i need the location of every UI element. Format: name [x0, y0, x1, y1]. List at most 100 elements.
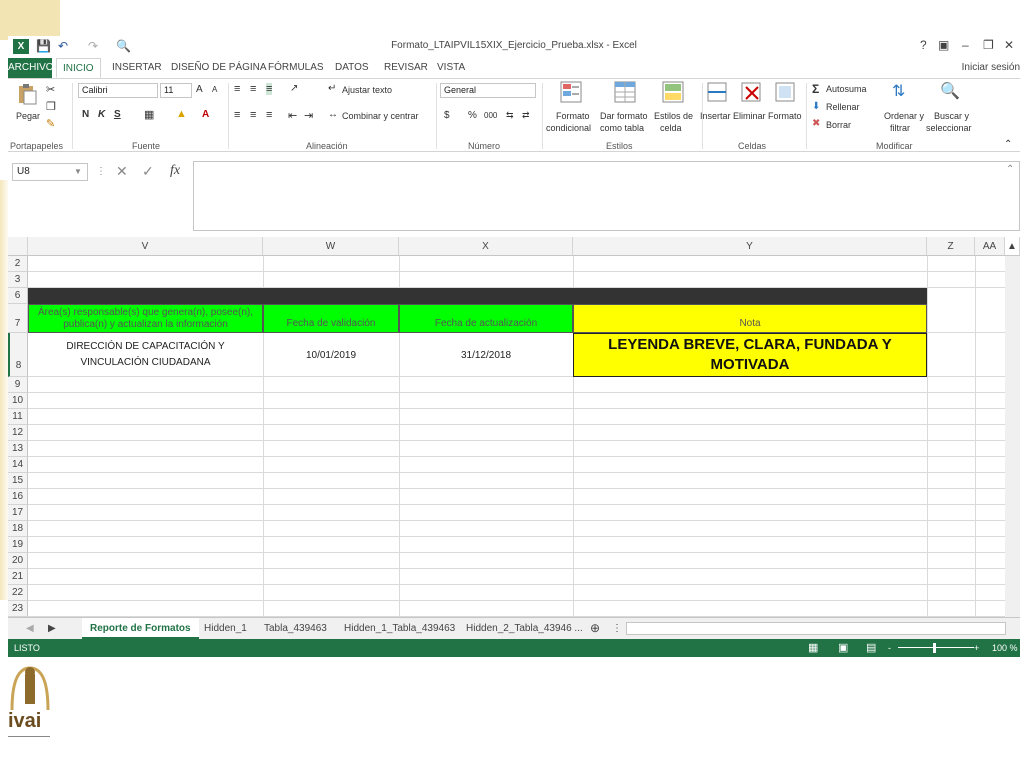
- align-right-icon[interactable]: ≡: [266, 109, 272, 121]
- align-center-icon[interactable]: ≡: [250, 109, 256, 121]
- spreadsheet-grid[interactable]: V W X Y Z AA ▲ 2 3 6 7 8 9 10 11 12 13 1…: [8, 237, 1020, 617]
- format-cells-button[interactable]: Formato: [768, 111, 802, 121]
- row-header-8[interactable]: 8: [8, 333, 28, 377]
- help-button[interactable]: ?: [920, 38, 927, 52]
- wrap-text-button[interactable]: Ajustar texto: [342, 85, 392, 95]
- zoom-out-button[interactable]: -: [888, 639, 891, 657]
- fill-button[interactable]: Rellenar: [826, 102, 860, 112]
- tab-inicio[interactable]: INICIO: [56, 58, 101, 78]
- tab-insertar[interactable]: INSERTAR: [106, 58, 168, 78]
- row-header-6[interactable]: 6: [8, 288, 28, 304]
- ribbon-display-icon[interactable]: ▣: [938, 38, 949, 52]
- formula-expand-icon[interactable]: ⌃: [1006, 164, 1014, 175]
- fill-color-icon[interactable]: ▲: [176, 108, 187, 120]
- decrease-indent-icon[interactable]: ⇤: [288, 109, 297, 122]
- row-header-15[interactable]: 15: [8, 473, 28, 489]
- zoom-slider-thumb[interactable]: [933, 643, 936, 653]
- sheet-tab-hidden1-tabla[interactable]: Hidden_1_Tabla_439463: [336, 618, 463, 639]
- row-header-9[interactable]: 9: [8, 377, 28, 393]
- conditional-format-label2[interactable]: condicional: [546, 123, 591, 133]
- tab-diseno-pagina[interactable]: DISEÑO DE PÁGINA: [165, 58, 273, 78]
- font-size-select[interactable]: 11: [160, 83, 192, 98]
- collapse-ribbon-icon[interactable]: ⌃: [1004, 139, 1012, 150]
- shrink-font-button[interactable]: A: [212, 85, 217, 94]
- minimize-icon[interactable]: –: [962, 38, 969, 52]
- conditional-format-label1[interactable]: Formato: [556, 111, 590, 121]
- header-cell-fecha-actualizacion[interactable]: Fecha de actualización: [399, 304, 573, 333]
- tab-revisar[interactable]: REVISAR: [378, 58, 434, 78]
- format-as-table-label2[interactable]: como tabla: [600, 123, 644, 133]
- row-header-2[interactable]: 2: [8, 256, 28, 272]
- prev-sheet-icon[interactable]: ◀: [18, 618, 42, 639]
- tab-archivo[interactable]: ARCHIVO: [8, 58, 54, 78]
- font-name-select[interactable]: Calibri: [78, 83, 158, 98]
- percent-button[interactable]: %: [468, 110, 477, 121]
- horizontal-scrollbar[interactable]: [626, 622, 1006, 635]
- column-header-z[interactable]: Z: [927, 237, 975, 256]
- sheet-tab-tabla[interactable]: Tabla_439463: [256, 618, 335, 639]
- sheet-tab-hidden1[interactable]: Hidden_1: [196, 618, 255, 639]
- tab-formulas[interactable]: FÓRMULAS: [262, 58, 330, 78]
- page-layout-view-icon[interactable]: ▣: [838, 639, 848, 657]
- format-as-table-label1[interactable]: Dar formato: [600, 111, 648, 121]
- increase-indent-icon[interactable]: ⇥: [304, 109, 313, 122]
- sheet-tab-hidden2-tabla[interactable]: Hidden_2_Tabla_43946 ...: [458, 618, 591, 639]
- column-header-w[interactable]: W: [263, 237, 399, 256]
- merge-center-button[interactable]: Combinar y centrar: [342, 111, 419, 121]
- column-header-v[interactable]: V: [28, 237, 263, 256]
- align-top-icon[interactable]: ≡: [234, 83, 240, 95]
- tab-datos[interactable]: DATOS: [329, 58, 375, 78]
- data-cell-fecha-validacion[interactable]: 10/01/2019: [263, 333, 399, 377]
- delete-cells-button[interactable]: Eliminar: [733, 111, 766, 121]
- header-cell-responsable[interactable]: Área(s) responsable(s) que genera(n), po…: [28, 304, 263, 333]
- bold-button[interactable]: N: [82, 109, 89, 120]
- next-sheet-icon[interactable]: ▶: [40, 618, 64, 639]
- column-header-x[interactable]: X: [399, 237, 573, 256]
- row-header-11[interactable]: 11: [8, 409, 28, 425]
- select-all-corner[interactable]: [8, 237, 28, 256]
- find-select-label2[interactable]: seleccionar: [926, 123, 972, 133]
- header-cell-nota[interactable]: Nota: [573, 304, 927, 333]
- orientation-icon[interactable]: ↗: [290, 83, 298, 94]
- find-select-label1[interactable]: Buscar y: [934, 111, 969, 121]
- zoom-level[interactable]: 100 %: [992, 639, 1018, 657]
- data-cell-responsable[interactable]: DIRECCIÓN DE CAPACITACIÓN Y VINCULACIÓN …: [28, 333, 263, 377]
- cell-styles-label2[interactable]: celda: [660, 123, 682, 133]
- column-header-aa[interactable]: AA: [975, 237, 1005, 256]
- row-header-19[interactable]: 19: [8, 537, 28, 553]
- row-header-14[interactable]: 14: [8, 457, 28, 473]
- row-header-18[interactable]: 18: [8, 521, 28, 537]
- increase-decimal-icon[interactable]: ⇆: [506, 110, 514, 121]
- scroll-up-button[interactable]: ▲: [1005, 237, 1020, 256]
- row-header-7[interactable]: 7: [8, 304, 28, 333]
- sort-filter-label1[interactable]: Ordenar y: [884, 111, 924, 121]
- underline-button[interactable]: S: [114, 109, 121, 120]
- cut-icon[interactable]: ✂: [46, 83, 55, 96]
- row-header-21[interactable]: 21: [8, 569, 28, 585]
- sort-filter-label2[interactable]: filtrar: [890, 123, 910, 133]
- cell-styles-label1[interactable]: Estilos de: [654, 111, 693, 121]
- page-break-view-icon[interactable]: ▤: [866, 639, 876, 657]
- zoom-slider[interactable]: [898, 647, 974, 648]
- paste-button[interactable]: Pegar: [16, 111, 40, 121]
- data-cell-nota[interactable]: LEYENDA BREVE, CLARA, FUNDADA Y MOTIVADA: [573, 333, 927, 377]
- row-header-23[interactable]: 23: [8, 601, 28, 617]
- row-header-12[interactable]: 12: [8, 425, 28, 441]
- enter-icon[interactable]: ✓: [142, 163, 154, 180]
- data-cell-fecha-actualizacion[interactable]: 31/12/2018: [399, 333, 573, 377]
- number-format-select[interactable]: General: [440, 83, 536, 98]
- row-header-16[interactable]: 16: [8, 489, 28, 505]
- row-header-10[interactable]: 10: [8, 393, 28, 409]
- row-header-17[interactable]: 17: [8, 505, 28, 521]
- row-header-13[interactable]: 13: [8, 441, 28, 457]
- signin-link[interactable]: Iniciar sesión: [962, 62, 1020, 73]
- decrease-decimal-icon[interactable]: ⇄: [522, 110, 530, 121]
- font-color-button[interactable]: A: [202, 109, 209, 120]
- format-painter-icon[interactable]: ✎: [46, 117, 55, 130]
- cancel-icon[interactable]: ✕: [116, 163, 128, 180]
- copy-icon[interactable]: ❐: [46, 100, 56, 113]
- clear-button[interactable]: Borrar: [826, 120, 851, 130]
- normal-view-icon[interactable]: ▦: [808, 639, 818, 657]
- thousands-button[interactable]: 000: [484, 111, 497, 120]
- formula-input[interactable]: [193, 161, 1020, 231]
